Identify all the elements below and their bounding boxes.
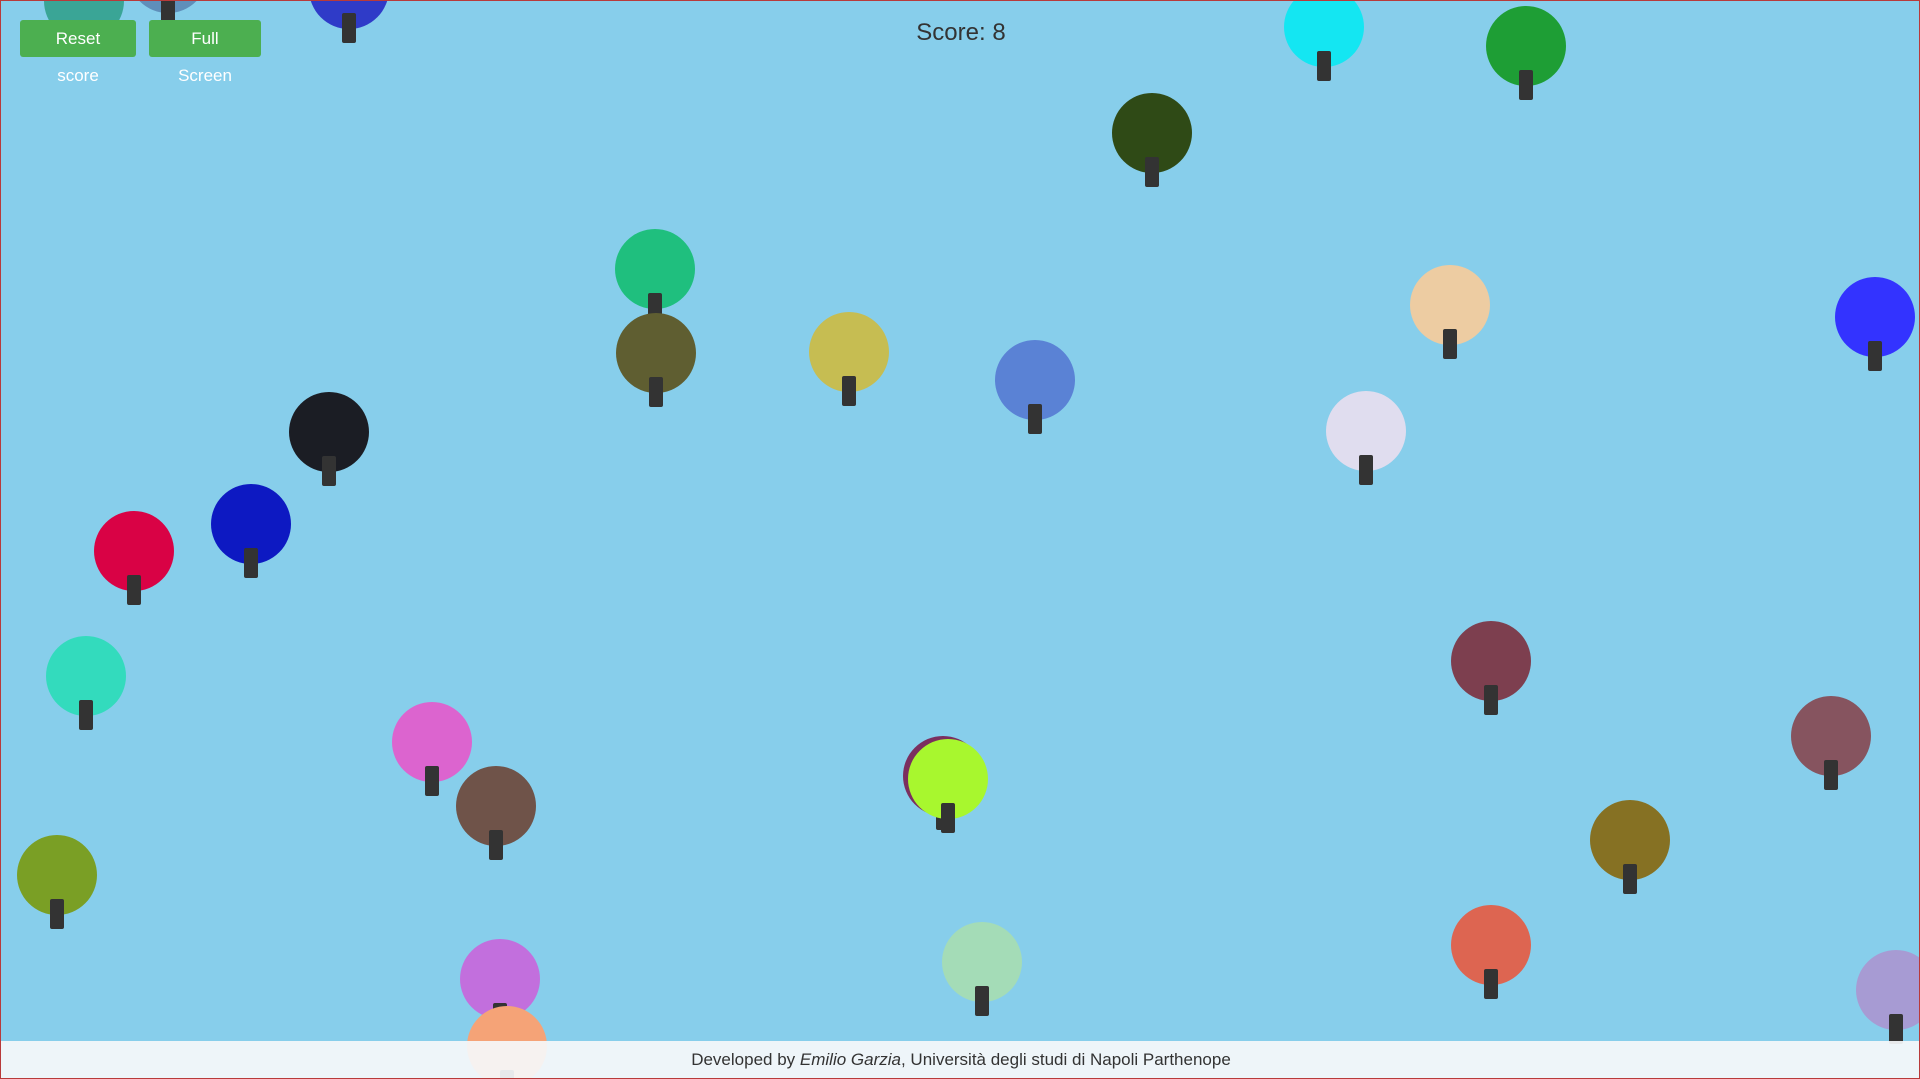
balloon[interactable] xyxy=(1590,800,1670,908)
balloon[interactable] xyxy=(942,922,1022,1030)
balloon[interactable] xyxy=(289,392,369,500)
balloon-string xyxy=(1623,864,1637,894)
balloon[interactable] xyxy=(995,340,1075,448)
balloon[interactable] xyxy=(456,766,536,874)
balloon-string xyxy=(1824,760,1838,790)
balloon[interactable] xyxy=(616,313,696,421)
balloon-string xyxy=(1145,157,1159,187)
balloon-string xyxy=(941,803,955,833)
balloon-string xyxy=(127,575,141,605)
balloon-string xyxy=(1443,329,1457,359)
balloon-string xyxy=(50,899,64,929)
balloon[interactable] xyxy=(1410,265,1490,373)
balloon[interactable] xyxy=(211,484,291,592)
balloon-string xyxy=(1868,341,1882,371)
balloon-string xyxy=(1519,70,1533,100)
balloon[interactable] xyxy=(1284,1,1364,95)
balloon-string xyxy=(1484,685,1498,715)
balloon[interactable] xyxy=(1326,391,1406,499)
balloon[interactable] xyxy=(809,312,889,420)
game-area[interactable]: Reset score Full Screen Score: 8 Develop… xyxy=(0,0,1920,1079)
balloon[interactable] xyxy=(46,636,126,744)
balloon[interactable] xyxy=(908,739,988,847)
balloon-string xyxy=(425,766,439,796)
balloon-string xyxy=(489,830,503,860)
balloon-string xyxy=(649,377,663,407)
footer-affiliation: , Università degli studi di Napoli Parth… xyxy=(900,1050,1231,1069)
footer-author: Emilio Garzia xyxy=(799,1050,901,1069)
balloon-string xyxy=(1889,1014,1903,1044)
balloon[interactable] xyxy=(17,835,97,943)
balloon-string xyxy=(322,456,336,486)
score-display: Score: 8 xyxy=(916,19,1006,46)
balloon-string xyxy=(842,376,856,406)
balloon[interactable] xyxy=(94,511,174,619)
footer-prefix: Developed by xyxy=(691,1050,800,1069)
balloon-string xyxy=(79,700,93,730)
balloon[interactable] xyxy=(1835,277,1915,385)
balloon-string xyxy=(1359,455,1373,485)
footer-credits: Developed by Emilio Garzia, Università d… xyxy=(1,1041,1919,1078)
balloon-string xyxy=(1484,969,1498,999)
balloon[interactable] xyxy=(1112,93,1192,201)
balloon[interactable] xyxy=(1451,621,1531,729)
balloon-string xyxy=(1317,51,1331,81)
balloon-string xyxy=(244,548,258,578)
balloon[interactable] xyxy=(1451,905,1531,1013)
balloon[interactable] xyxy=(1791,696,1871,804)
balloon-body[interactable] xyxy=(1856,950,1919,1030)
balloon-string xyxy=(975,986,989,1016)
balloon-string xyxy=(1028,404,1042,434)
